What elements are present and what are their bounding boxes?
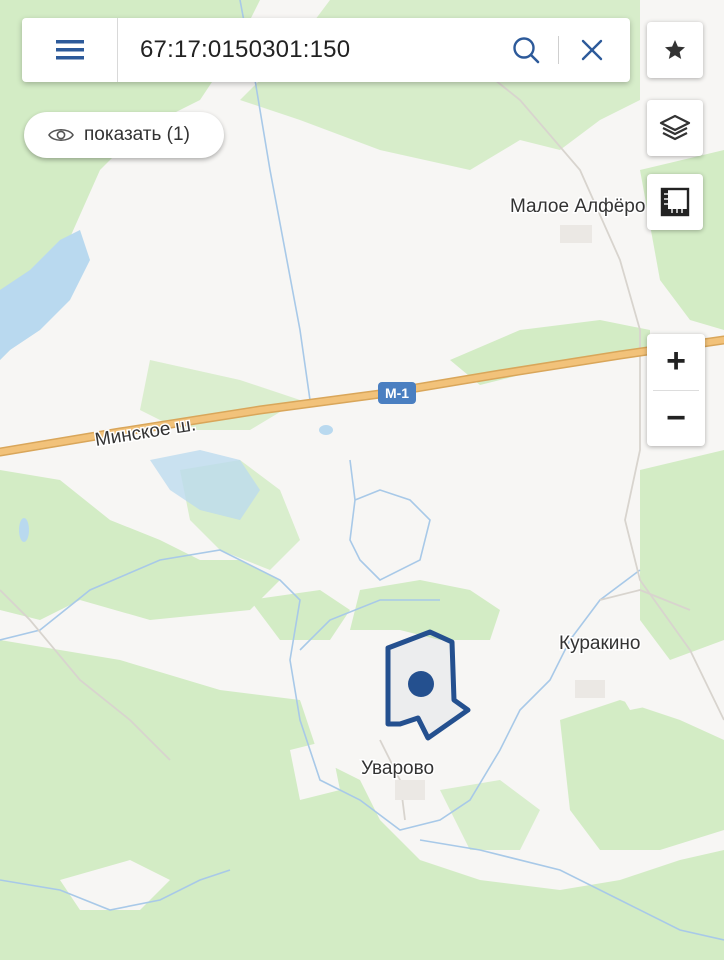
close-icon[interactable] bbox=[578, 36, 606, 64]
show-results-label: показать (1) bbox=[84, 124, 190, 145]
measure-button[interactable] bbox=[647, 174, 703, 230]
highway-badge: М-1 bbox=[378, 382, 416, 404]
star-icon bbox=[665, 40, 685, 59]
zoom-controls: + − bbox=[647, 334, 705, 446]
search-icon[interactable] bbox=[512, 36, 540, 64]
parcel-marker[interactable] bbox=[408, 671, 434, 697]
search-divider bbox=[558, 36, 559, 64]
layers-button[interactable] bbox=[647, 100, 703, 156]
hamburger-menu-icon bbox=[55, 40, 84, 60]
menu-button[interactable] bbox=[22, 18, 118, 82]
show-results-button[interactable]: показать (1) bbox=[24, 112, 224, 158]
search-input[interactable]: 67:17:0150301:150 bbox=[140, 18, 350, 82]
zoom-in-button[interactable]: + bbox=[647, 334, 705, 389]
eye-icon bbox=[48, 128, 74, 142]
zoom-out-button[interactable]: − bbox=[647, 391, 705, 446]
place-label-maloe-alfyorovo: Малое Алфёро bbox=[510, 196, 645, 217]
search-bar: 67:17:0150301:150 bbox=[22, 18, 630, 82]
place-label-kurakino: Куракино bbox=[559, 633, 640, 654]
place-label-uvarovo: Уварово bbox=[361, 758, 434, 779]
favorite-button[interactable] bbox=[647, 22, 703, 78]
highway-badge-label: М-1 bbox=[385, 385, 409, 401]
ruler-icon bbox=[660, 187, 690, 217]
layers-icon bbox=[659, 114, 691, 141]
